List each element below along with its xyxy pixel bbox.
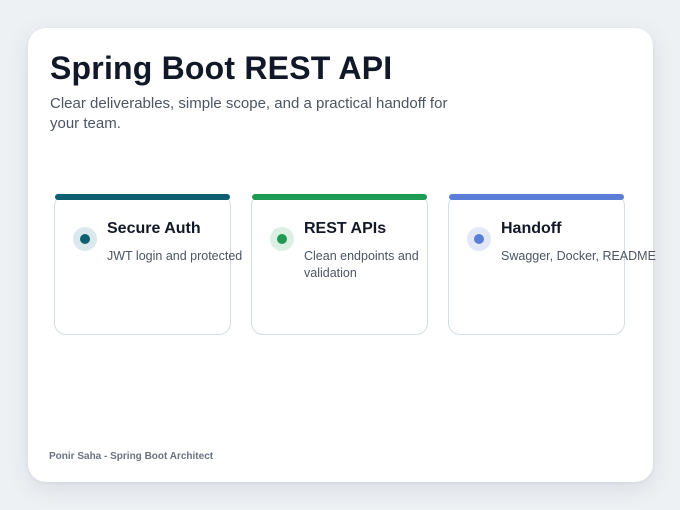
feature-description: Swagger, Docker, README: [501, 249, 656, 263]
main-card: Spring Boot REST API Clear deliverables,…: [28, 28, 656, 482]
page-title: Spring Boot REST API: [50, 50, 393, 86]
feature-card-rest-apis: REST APIs Clean endpoints and validation: [251, 194, 428, 335]
accent-bar: [449, 194, 624, 200]
accent-bar: [55, 194, 230, 200]
accent-bar: [252, 194, 427, 200]
feature-card-handoff: Handoff Swagger, Docker, README: [448, 194, 656, 335]
feature-title: Handoff: [501, 220, 562, 237]
feature-card-secure-auth: Secure Auth JWT login and protected: [54, 194, 243, 335]
feature-description: JWT login and protected: [107, 249, 243, 263]
dot-icon: [270, 227, 294, 251]
page-subtitle: Clear deliverables, simple scope, and a …: [50, 95, 448, 132]
footer-author: Ponir Saha - Spring Boot Architect: [49, 451, 214, 462]
dot-icon: [467, 227, 491, 251]
feature-title: REST APIs: [304, 220, 387, 237]
dot-icon: [73, 227, 97, 251]
feature-description: Clean endpoints and validation: [304, 249, 419, 280]
feature-title: Secure Auth: [107, 220, 201, 237]
